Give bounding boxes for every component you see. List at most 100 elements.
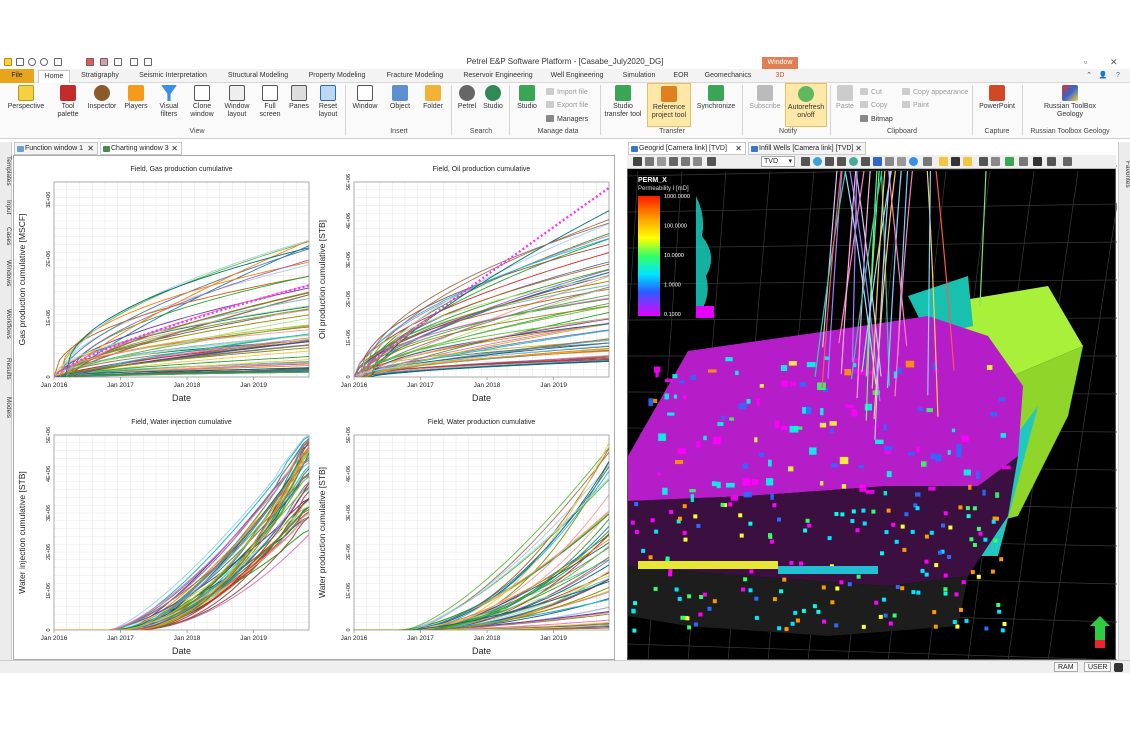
light-icon[interactable] bbox=[909, 157, 918, 166]
cursor-tracking-icon[interactable] bbox=[963, 157, 972, 166]
export-file-button[interactable]: Export file bbox=[546, 101, 588, 110]
status-app-icon[interactable] bbox=[1114, 663, 1123, 672]
close-window-icon[interactable]: ✕ bbox=[1110, 57, 1118, 68]
context-tab-window[interactable]: Window bbox=[762, 57, 798, 69]
grid-toggle-icon[interactable] bbox=[873, 157, 882, 166]
tab-infill-wells-window[interactable]: Infill Wells [Camera link] [TVD] ✕ bbox=[748, 142, 866, 155]
full-screen-button[interactable]: Full screen bbox=[256, 85, 284, 119]
3d-viewer[interactable]: PERM_X Permeability I [mD] 1000.0000 100.00… bbox=[607, 155, 1123, 662]
pane-tab-windows[interactable]: Windows bbox=[0, 254, 12, 292]
panes-button[interactable]: Panes bbox=[286, 85, 312, 111]
powerpoint-button[interactable]: PowerPoint bbox=[976, 85, 1018, 111]
bitmap-button[interactable]: Bitmap bbox=[860, 115, 893, 124]
select-icon[interactable] bbox=[114, 58, 122, 66]
studio-button[interactable]: Studio bbox=[512, 85, 542, 111]
tab-stratigraphy[interactable]: Stratigraphy bbox=[76, 70, 124, 83]
tab-home[interactable]: Home bbox=[38, 70, 70, 83]
pane-tab-templates[interactable]: Templates bbox=[0, 150, 12, 192]
print-icon[interactable] bbox=[707, 157, 716, 166]
close-tab-icon[interactable]: ✕ bbox=[171, 143, 178, 154]
charting-window[interactable]: Field, Gas production cumulative 0 1E+06 2E… bbox=[13, 155, 615, 660]
help-icon[interactable]: ? bbox=[1112, 70, 1124, 83]
object-button[interactable]: Object bbox=[384, 85, 416, 111]
tab-reservoir[interactable]: Reservoir Engineering bbox=[458, 70, 538, 83]
axis-icon[interactable] bbox=[885, 157, 894, 166]
reset-layout-button[interactable]: Reset layout bbox=[314, 85, 342, 119]
tab-geogrid-window[interactable]: Geogrid [Camera link] [TVD] ✕ bbox=[628, 142, 746, 155]
close-tab-icon[interactable]: ✕ bbox=[87, 143, 94, 154]
subscribe-button[interactable]: Subscribe bbox=[745, 85, 785, 111]
tab-file[interactable]: File bbox=[0, 69, 34, 83]
pointer-icon[interactable] bbox=[633, 157, 642, 166]
legend-icon[interactable] bbox=[1005, 157, 1014, 166]
import-file-button[interactable]: Import file bbox=[546, 88, 588, 97]
view-north-icon[interactable] bbox=[813, 157, 822, 166]
perspective-button[interactable]: Perspective bbox=[6, 85, 46, 111]
reference-project-button[interactable]: Reference project tool bbox=[647, 83, 691, 127]
zoom-icon[interactable] bbox=[669, 157, 678, 166]
folder-button[interactable]: Folder bbox=[418, 85, 448, 111]
paste-button[interactable]: Paste bbox=[832, 85, 858, 111]
window-icon[interactable] bbox=[54, 58, 62, 66]
pane-tab-cases[interactable]: Cases bbox=[0, 222, 12, 250]
clip-icon[interactable] bbox=[991, 157, 1000, 166]
undo-icon[interactable] bbox=[28, 58, 36, 66]
autorefresh-button[interactable]: Autorefresh on/off bbox=[785, 83, 827, 127]
paint-button[interactable]: Paint bbox=[902, 101, 929, 110]
tab-function-window[interactable]: Function window 1 ✕ bbox=[14, 142, 98, 155]
tab-eor[interactable]: EOR bbox=[670, 70, 692, 83]
copy-appearance-button[interactable]: Copy appearance bbox=[902, 88, 968, 97]
visual-filters-button[interactable]: Visual filters bbox=[154, 85, 184, 119]
petrel-logo-icon[interactable] bbox=[4, 58, 12, 66]
tab-3d[interactable]: 3D bbox=[766, 70, 794, 83]
synchronize-button[interactable]: Synchronize bbox=[694, 85, 738, 111]
players-button[interactable]: Players bbox=[120, 85, 152, 111]
cut-button[interactable]: Cut bbox=[860, 88, 882, 97]
tab-property[interactable]: Property Modeling bbox=[304, 70, 370, 83]
highlight-icon[interactable] bbox=[939, 157, 948, 166]
view-top-icon[interactable] bbox=[837, 157, 846, 166]
z-scale-icon[interactable] bbox=[923, 157, 932, 166]
tab-geomechanics[interactable]: Geomechanics bbox=[700, 70, 756, 83]
copy-button[interactable]: Copy bbox=[860, 101, 887, 110]
record-icon[interactable] bbox=[1033, 157, 1042, 166]
camera-link-icon[interactable] bbox=[951, 157, 960, 166]
tool-palette-button[interactable]: Tool palette bbox=[52, 85, 84, 119]
fit-view-icon[interactable] bbox=[861, 157, 870, 166]
managers-button[interactable]: Managers bbox=[546, 115, 588, 124]
paste-icon[interactable] bbox=[144, 58, 152, 66]
tab-fracture[interactable]: Fracture Modeling bbox=[382, 70, 448, 83]
search-petrel-button[interactable]: Petrel bbox=[454, 85, 480, 111]
user-icon[interactable]: 👤 bbox=[1098, 70, 1108, 83]
tab-simulation[interactable]: Simulation bbox=[618, 70, 660, 83]
studio-transfer-button[interactable]: Studio transfer tool bbox=[603, 85, 643, 119]
pan-icon[interactable] bbox=[657, 157, 666, 166]
home-view-icon[interactable] bbox=[801, 157, 810, 166]
pane-tab-input[interactable]: Input bbox=[0, 196, 12, 218]
measure-icon[interactable] bbox=[681, 157, 690, 166]
scale-icon[interactable] bbox=[897, 157, 906, 166]
pane-tab-results[interactable]: Results bbox=[0, 352, 12, 386]
copy-icon[interactable] bbox=[130, 58, 138, 66]
search-studio-button[interactable]: Studio bbox=[480, 85, 506, 111]
pin-icon[interactable] bbox=[1063, 157, 1072, 166]
pane-tab-workflows[interactable]: Workflows bbox=[0, 302, 12, 346]
close-tab-icon[interactable]: ✕ bbox=[855, 143, 862, 154]
tab-charting-window[interactable]: Charting window 3 ✕ bbox=[100, 142, 182, 155]
tool-icon[interactable] bbox=[86, 58, 94, 66]
orbit-icon[interactable] bbox=[849, 157, 858, 166]
label-icon[interactable] bbox=[693, 157, 702, 166]
clone-window-button[interactable]: Clone window bbox=[186, 85, 218, 119]
select-tool-icon[interactable] bbox=[645, 157, 654, 166]
window-button[interactable]: Window bbox=[350, 85, 380, 111]
close-tab-icon[interactable]: ✕ bbox=[735, 143, 742, 154]
russian-toolbox-button[interactable]: Russian ToolBox Geology bbox=[1036, 85, 1104, 119]
tab-well-engineering[interactable]: Well Engineering bbox=[546, 70, 608, 83]
view-east-icon[interactable] bbox=[825, 157, 834, 166]
tab-seismic[interactable]: Seismic Interpretation bbox=[134, 70, 212, 83]
save-icon[interactable] bbox=[16, 58, 24, 66]
collapse-ribbon-icon[interactable]: ⌃ bbox=[1084, 70, 1094, 83]
inspector-button[interactable]: Inspector bbox=[86, 85, 118, 111]
snapshot-icon[interactable] bbox=[979, 157, 988, 166]
restore-icon[interactable]: ▫ bbox=[1084, 57, 1087, 67]
